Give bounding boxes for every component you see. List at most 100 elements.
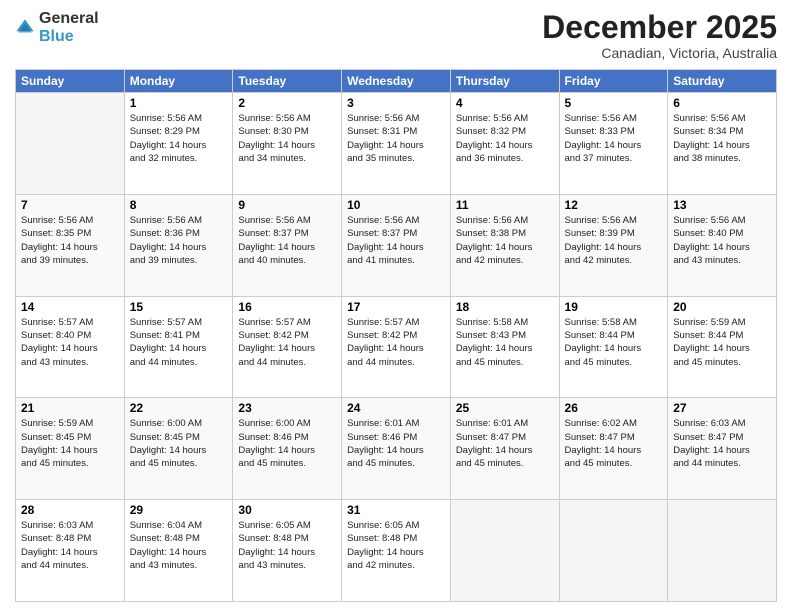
calendar-cell: 17 Sunrise: 5:57 AM Sunset: 8:42 PM Dayli… bbox=[342, 296, 451, 398]
calendar-cell: 27Sunrise: 6:03 AM Sunset: 8:47 PM Dayli… bbox=[668, 398, 777, 500]
calendar-cell: 23 Sunrise: 6:00 AM Sunset: 8:46 PM Dayli… bbox=[233, 398, 342, 500]
day-number: 20 bbox=[673, 300, 771, 314]
calendar-cell: 5 Sunrise: 5:56 AM Sunset: 8:33 PM Daylig… bbox=[559, 93, 668, 195]
day-number: 11 bbox=[456, 198, 554, 212]
day-number: 2 bbox=[238, 96, 336, 110]
calendar-cell: 13 Sunrise: 5:56 AM Sunset: 8:40 PM Dayli… bbox=[668, 194, 777, 296]
calendar-week-row: 28Sunrise: 6:03 AM Sunset: 8:48 PM Dayli… bbox=[16, 500, 777, 602]
day-of-week-header: Friday bbox=[559, 70, 668, 93]
calendar-cell: 28Sunrise: 6:03 AM Sunset: 8:48 PM Dayli… bbox=[16, 500, 125, 602]
calendar-cell: 7 Sunrise: 5:56 AM Sunset: 8:35 PM Daylig… bbox=[16, 194, 125, 296]
day-number: 23 bbox=[238, 401, 336, 415]
day-of-week-header: Thursday bbox=[450, 70, 559, 93]
calendar-cell: 4 Sunrise: 5:56 AM Sunset: 8:32 PM Daylig… bbox=[450, 93, 559, 195]
calendar-header-row: SundayMondayTuesdayWednesdayThursdayFrid… bbox=[16, 70, 777, 93]
day-number: 10 bbox=[347, 198, 445, 212]
calendar-cell: 26Sunrise: 6:02 AM Sunset: 8:47 PM Dayli… bbox=[559, 398, 668, 500]
day-info: Sunrise: 5:56 AM Sunset: 8:34 PM Dayligh… bbox=[673, 112, 771, 165]
day-number: 30 bbox=[238, 503, 336, 517]
day-info: Sunrise: 6:03 AM Sunset: 8:47 PM Dayligh… bbox=[673, 417, 771, 470]
day-of-week-header: Saturday bbox=[668, 70, 777, 93]
calendar-table: SundayMondayTuesdayWednesdayThursdayFrid… bbox=[15, 69, 777, 602]
day-info: Sunrise: 6:00 AM Sunset: 8:46 PM Dayligh… bbox=[238, 417, 336, 470]
calendar-cell: 10 Sunrise: 5:56 AM Sunset: 8:37 PM Dayli… bbox=[342, 194, 451, 296]
day-number: 25 bbox=[456, 401, 554, 415]
day-info: Sunrise: 6:05 AM Sunset: 8:48 PM Dayligh… bbox=[347, 519, 445, 572]
calendar-cell: 6Sunrise: 5:56 AM Sunset: 8:34 PM Daylig… bbox=[668, 93, 777, 195]
day-number: 28 bbox=[21, 503, 119, 517]
day-info: Sunrise: 6:00 AM Sunset: 8:45 PM Dayligh… bbox=[130, 417, 228, 470]
calendar-cell: 11 Sunrise: 5:56 AM Sunset: 8:38 PM Dayli… bbox=[450, 194, 559, 296]
day-number: 29 bbox=[130, 503, 228, 517]
day-number: 7 bbox=[21, 198, 119, 212]
day-number: 5 bbox=[565, 96, 663, 110]
day-info: Sunrise: 5:56 AM Sunset: 8:37 PM Dayligh… bbox=[347, 214, 445, 267]
day-number: 19 bbox=[565, 300, 663, 314]
day-info: Sunrise: 6:05 AM Sunset: 8:48 PM Dayligh… bbox=[238, 519, 336, 572]
day-info: Sunrise: 5:56 AM Sunset: 8:39 PM Dayligh… bbox=[565, 214, 663, 267]
day-number: 22 bbox=[130, 401, 228, 415]
day-number: 16 bbox=[238, 300, 336, 314]
day-number: 12 bbox=[565, 198, 663, 212]
day-number: 18 bbox=[456, 300, 554, 314]
calendar-cell: 24 Sunrise: 6:01 AM Sunset: 8:46 PM Dayli… bbox=[342, 398, 451, 500]
calendar-cell bbox=[559, 500, 668, 602]
calendar-cell: 21Sunrise: 5:59 AM Sunset: 8:45 PM Dayli… bbox=[16, 398, 125, 500]
calendar-body: 1 Sunrise: 5:56 AM Sunset: 8:29 PM Daylig… bbox=[16, 93, 777, 602]
day-info: Sunrise: 5:56 AM Sunset: 8:33 PM Dayligh… bbox=[565, 112, 663, 165]
calendar-cell: 19Sunrise: 5:58 AM Sunset: 8:44 PM Dayli… bbox=[559, 296, 668, 398]
calendar-cell: 2Sunrise: 5:56 AM Sunset: 8:30 PM Daylig… bbox=[233, 93, 342, 195]
day-number: 17 bbox=[347, 300, 445, 314]
day-info: Sunrise: 5:58 AM Sunset: 8:43 PM Dayligh… bbox=[456, 316, 554, 369]
day-info: Sunrise: 5:59 AM Sunset: 8:45 PM Dayligh… bbox=[21, 417, 119, 470]
day-number: 3 bbox=[347, 96, 445, 110]
day-number: 9 bbox=[238, 198, 336, 212]
day-number: 24 bbox=[347, 401, 445, 415]
calendar-cell bbox=[16, 93, 125, 195]
day-info: Sunrise: 5:56 AM Sunset: 8:37 PM Dayligh… bbox=[238, 214, 336, 267]
day-number: 31 bbox=[347, 503, 445, 517]
day-info: Sunrise: 5:56 AM Sunset: 8:35 PM Dayligh… bbox=[21, 214, 119, 267]
calendar-week-row: 21Sunrise: 5:59 AM Sunset: 8:45 PM Dayli… bbox=[16, 398, 777, 500]
day-of-week-header: Wednesday bbox=[342, 70, 451, 93]
calendar-cell: 12 Sunrise: 5:56 AM Sunset: 8:39 PM Dayli… bbox=[559, 194, 668, 296]
month-title: December 2025 bbox=[542, 10, 777, 45]
page-header: General Blue December 2025 Canadian, Vic… bbox=[15, 10, 777, 61]
day-info: Sunrise: 6:01 AM Sunset: 8:46 PM Dayligh… bbox=[347, 417, 445, 470]
calendar-cell: 3 Sunrise: 5:56 AM Sunset: 8:31 PM Daylig… bbox=[342, 93, 451, 195]
calendar-week-row: 7 Sunrise: 5:56 AM Sunset: 8:35 PM Daylig… bbox=[16, 194, 777, 296]
day-info: Sunrise: 5:57 AM Sunset: 8:41 PM Dayligh… bbox=[130, 316, 228, 369]
day-info: Sunrise: 5:56 AM Sunset: 8:31 PM Dayligh… bbox=[347, 112, 445, 165]
calendar-cell bbox=[668, 500, 777, 602]
day-info: Sunrise: 5:56 AM Sunset: 8:29 PM Dayligh… bbox=[130, 112, 228, 165]
calendar-cell: 20 Sunrise: 5:59 AM Sunset: 8:44 PM Dayli… bbox=[668, 296, 777, 398]
day-number: 13 bbox=[673, 198, 771, 212]
logo-general-text: General bbox=[39, 10, 99, 27]
day-number: 1 bbox=[130, 96, 228, 110]
day-info: Sunrise: 5:56 AM Sunset: 8:38 PM Dayligh… bbox=[456, 214, 554, 267]
day-info: Sunrise: 5:59 AM Sunset: 8:44 PM Dayligh… bbox=[673, 316, 771, 369]
day-number: 15 bbox=[130, 300, 228, 314]
day-number: 26 bbox=[565, 401, 663, 415]
day-info: Sunrise: 5:56 AM Sunset: 8:36 PM Dayligh… bbox=[130, 214, 228, 267]
logo-blue-text: Blue bbox=[39, 28, 74, 45]
calendar-cell: 30 Sunrise: 6:05 AM Sunset: 8:48 PM Dayli… bbox=[233, 500, 342, 602]
day-info: Sunrise: 5:57 AM Sunset: 8:42 PM Dayligh… bbox=[347, 316, 445, 369]
day-number: 4 bbox=[456, 96, 554, 110]
day-number: 14 bbox=[21, 300, 119, 314]
day-info: Sunrise: 5:57 AM Sunset: 8:40 PM Dayligh… bbox=[21, 316, 119, 369]
day-info: Sunrise: 6:04 AM Sunset: 8:48 PM Dayligh… bbox=[130, 519, 228, 572]
calendar-cell: 31 Sunrise: 6:05 AM Sunset: 8:48 PM Dayli… bbox=[342, 500, 451, 602]
calendar-cell: 15 Sunrise: 5:57 AM Sunset: 8:41 PM Dayli… bbox=[124, 296, 233, 398]
logo-icon bbox=[15, 18, 35, 38]
day-of-week-header: Tuesday bbox=[233, 70, 342, 93]
calendar-cell: 29 Sunrise: 6:04 AM Sunset: 8:48 PM Dayli… bbox=[124, 500, 233, 602]
calendar-cell bbox=[450, 500, 559, 602]
calendar-cell: 1 Sunrise: 5:56 AM Sunset: 8:29 PM Daylig… bbox=[124, 93, 233, 195]
location: Canadian, Victoria, Australia bbox=[542, 45, 777, 61]
day-info: Sunrise: 5:56 AM Sunset: 8:40 PM Dayligh… bbox=[673, 214, 771, 267]
calendar-week-row: 1 Sunrise: 5:56 AM Sunset: 8:29 PM Daylig… bbox=[16, 93, 777, 195]
calendar-week-row: 14 Sunrise: 5:57 AM Sunset: 8:40 PM Dayli… bbox=[16, 296, 777, 398]
day-info: Sunrise: 5:56 AM Sunset: 8:32 PM Dayligh… bbox=[456, 112, 554, 165]
day-of-week-header: Monday bbox=[124, 70, 233, 93]
